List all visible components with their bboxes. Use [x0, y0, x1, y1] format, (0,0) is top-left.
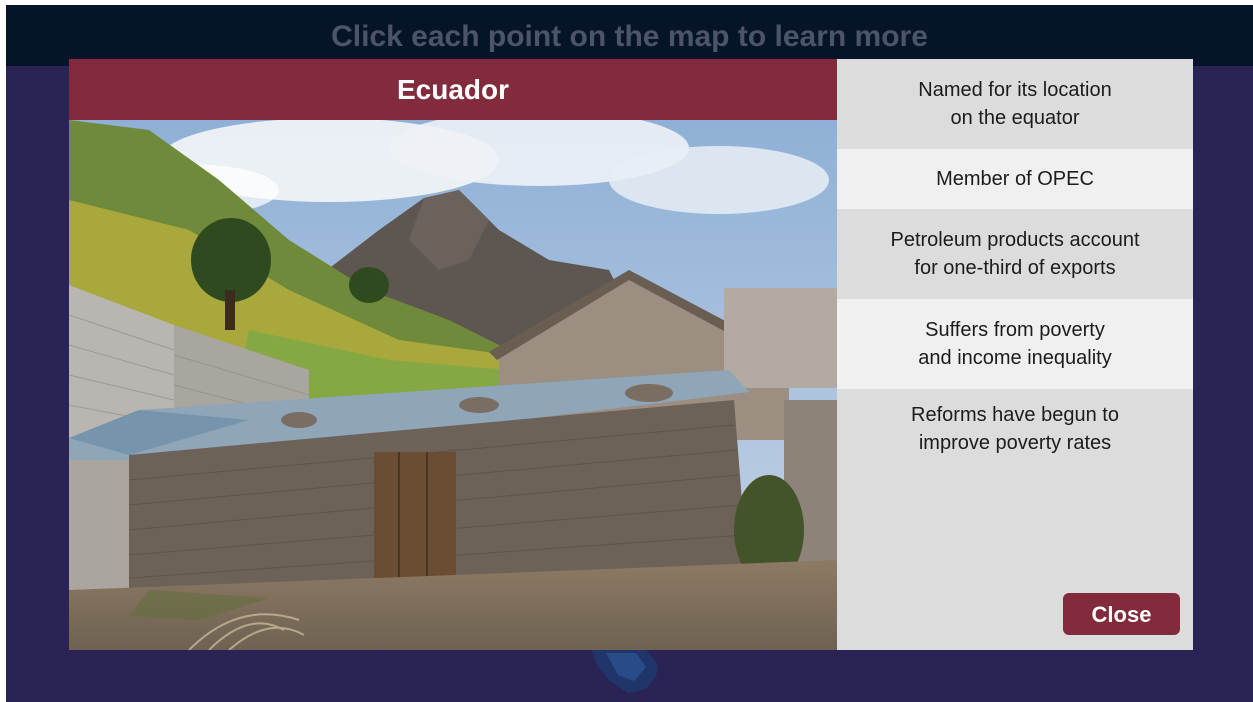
fact-item: Suffers from poverty and income inequali…	[837, 299, 1193, 389]
fact-item: Named for its location on the equator	[837, 59, 1193, 149]
close-button[interactable]: Close	[1063, 593, 1180, 635]
fact-item: Member of OPEC	[837, 149, 1193, 209]
popup-title: Ecuador	[69, 59, 837, 120]
stage: Click each point on the map to learn mor…	[6, 5, 1253, 702]
fact-item: Reforms have begun to improve poverty ra…	[837, 389, 1193, 509]
country-popup: Ecuador Named for its location on the eq…	[69, 59, 1193, 650]
village-photo	[69, 120, 837, 650]
facts-panel: Named for its location on the equator Me…	[837, 59, 1193, 650]
fact-item: Petroleum products account for one-third…	[837, 209, 1193, 299]
